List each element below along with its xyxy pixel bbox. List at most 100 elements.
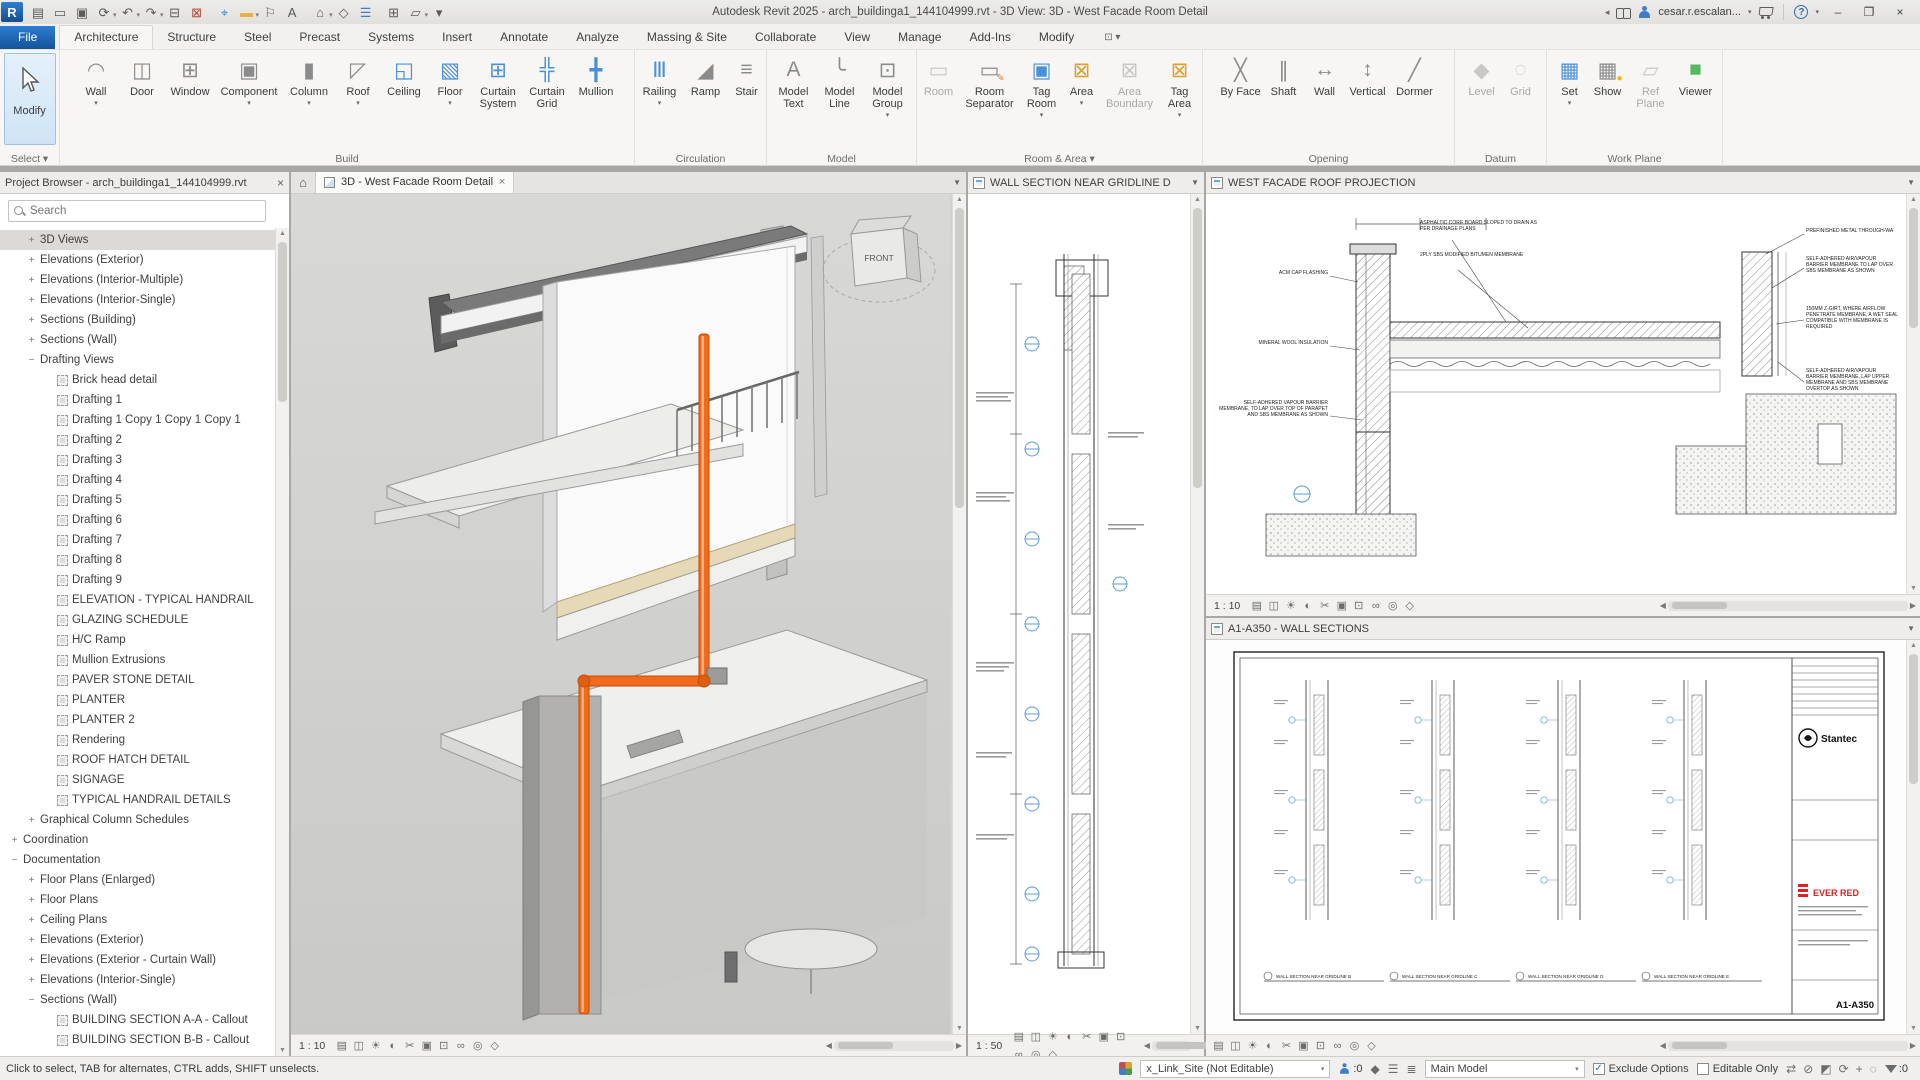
sheet-title[interactable]: A1-A350 - WALL SECTIONS [1228, 623, 1369, 635]
tree-item-drafting-1-copy-1-copy-1-copy-1[interactable]: Drafting 1 Copy 1 Copy 1 Copy 1 [0, 410, 275, 430]
ribbon-tab-modify[interactable]: Modify [1025, 26, 1088, 49]
browser-search-box[interactable] [8, 200, 266, 222]
ribbon-tab-precast[interactable]: Precast [285, 26, 354, 49]
show-button[interactable]: ▦ ● Show [1588, 53, 1628, 99]
sync-icon[interactable]: ⟳ [94, 3, 114, 22]
panel-chevron-icon[interactable]: ▼ [1907, 624, 1915, 633]
tree-item-drafting-1[interactable]: Drafting 1 [0, 390, 275, 410]
door-button[interactable]: ◫ Door [119, 53, 165, 99]
wall-section-scrollbar[interactable]: ▲ ▼ [1190, 194, 1204, 1034]
horizontal-scrollbar[interactable]: ◀▶ [826, 1040, 962, 1051]
tree-item-paver-stone-detail[interactable]: PAVER STONE DETAIL [0, 670, 275, 690]
redo-icon[interactable]: ↷ [141, 3, 161, 22]
hide-isolate-icon[interactable]: ∞ [1367, 597, 1384, 614]
model-text-button[interactable]: A Model Text [771, 53, 817, 110]
sun-icon[interactable]: ☀ [1282, 597, 1299, 614]
tree-item-3d-views[interactable]: +3D Views [0, 230, 275, 250]
tree-expand-icon[interactable]: + [27, 975, 36, 986]
tree-item-graphical-column-schedules[interactable]: + Graphical Column Schedules [0, 810, 275, 830]
search-icon[interactable] [1616, 7, 1632, 19]
home-icon[interactable]: ⌂ [291, 175, 315, 190]
borrowers-icon[interactable]: ◩ [1820, 1062, 1831, 1076]
column-button[interactable]: ▮ Column ▾ [283, 53, 335, 108]
lock-icon[interactable]: ⊡ [1112, 1028, 1129, 1045]
roof-button[interactable]: ◸ Roof ▾ [335, 53, 381, 108]
aligned-dimension-icon-chevron[interactable]: ▾ [256, 12, 260, 19]
sun-icon[interactable]: ☀ [367, 1037, 384, 1054]
browser-scrollbar[interactable]: ▲ ▼ [275, 228, 289, 1056]
vertical-button[interactable]: ↕ Vertical [1345, 53, 1391, 98]
detail-level-icon[interactable]: ▤ [1210, 1037, 1227, 1054]
ribbon-tab-view[interactable]: View [830, 26, 884, 49]
visual-style-icon[interactable]: ◫ [1227, 1037, 1244, 1054]
3d-viewport-canvas[interactable]: FRONT [291, 194, 950, 1034]
tree-item-mullion-extrusions[interactable]: Mullion Extrusions [0, 650, 275, 670]
undo-icon[interactable]: ↶ [118, 3, 138, 22]
open-icon[interactable]: ▭ [50, 3, 70, 22]
view-properties-icon[interactable]: ◇ [1401, 597, 1418, 614]
reload-latest-icon[interactable]: ⟳ [1839, 1062, 1849, 1076]
tag-room-button[interactable]: ▣ Tag Room ▾ [1021, 53, 1063, 120]
lock-icon[interactable]: ⊡ [1312, 1037, 1329, 1054]
roof-projection-canvas[interactable]: ACM CAP FLASHING MINERAL WOOL INSULATION S… [1206, 194, 1904, 594]
tree-item-rendering[interactable]: Rendering [0, 730, 275, 750]
minimize-button[interactable]: – [1826, 5, 1850, 19]
horizontal-scrollbar[interactable]: ◀▶ [1660, 600, 1916, 611]
tree-item-floor-plans-enlarged-[interactable]: + Floor Plans (Enlarged) [0, 870, 275, 890]
tree-item-drafting-2[interactable]: Drafting 2 [0, 430, 275, 450]
project-browser-close-icon[interactable]: × [277, 176, 284, 190]
store-cart-icon[interactable] [1758, 6, 1773, 19]
component-button[interactable]: ▣ Component ▾ [215, 53, 283, 108]
tree-expand-icon[interactable]: + [27, 875, 36, 886]
tree-item-drafting-9[interactable]: Drafting 9 [0, 570, 275, 590]
design-option-select[interactable]: x_Link_Site (Not Editable) ▾ [1140, 1059, 1331, 1078]
show-crop-icon[interactable]: ▣ [1095, 1028, 1112, 1045]
tree-item-roof-hatch-detail[interactable]: ROOF HATCH DETAIL [0, 750, 275, 770]
horizontal-scrollbar[interactable]: ◀▶ [1144, 1040, 1211, 1051]
switch-windows-icon[interactable]: ▱ [406, 3, 426, 22]
wall-button[interactable]: ◠ Wall ▾ [73, 53, 119, 108]
tree-item-sections-building-[interactable]: + Sections (Building) [0, 310, 275, 330]
lock-icon[interactable]: ⊡ [435, 1037, 452, 1054]
ribbon-tab-structure[interactable]: Structure [153, 26, 230, 49]
tree-expand-icon[interactable]: + [27, 935, 36, 946]
tree-expand-icon[interactable]: + [27, 335, 36, 346]
show-crop-icon[interactable]: ▣ [418, 1037, 435, 1054]
properties-icon[interactable]: ▤ [28, 3, 48, 22]
tree-item-signage[interactable]: SIGNAGE [0, 770, 275, 790]
sync-icon-chevron[interactable]: ▾ [113, 12, 117, 19]
detail-level-icon[interactable]: ▤ [1248, 597, 1265, 614]
tree-item-drafting-5[interactable]: Drafting 5 [0, 490, 275, 510]
restore-button[interactable]: ❐ [1857, 5, 1881, 19]
tree-item-elevations-exterior-[interactable]: + Elevations (Exterior) [0, 930, 275, 950]
tree-expand-icon[interactable]: + [27, 295, 36, 306]
shaft-button[interactable]: ∥ Shaft [1263, 53, 1305, 99]
ribbon-tab-systems[interactable]: Systems [354, 26, 428, 49]
stair-button[interactable]: ≡ Stair [729, 53, 765, 98]
tree-item-coordination[interactable]: + Coordination [0, 830, 275, 850]
save-icon[interactable]: ▣ [72, 3, 92, 22]
area-button[interactable]: ⊠ Area ▾ [1063, 53, 1101, 108]
tree-item-h-c-ramp[interactable]: H/C Ramp [0, 630, 275, 650]
railing-button[interactable]: Ⅲ Railing ▾ [637, 53, 683, 108]
mullion-button[interactable]: ╋ Mullion [571, 53, 621, 99]
aligned-dimension-icon[interactable]: ▬ [237, 3, 257, 22]
help-menu-chevron-icon[interactable]: ▾ [1815, 8, 1819, 16]
tree-item-sections-wall-[interactable]: + Sections (Wall) [0, 330, 275, 350]
customize-qat-icon[interactable]: ▾ [429, 3, 449, 22]
tree-expand-icon[interactable]: − [27, 995, 36, 1006]
crop-icon[interactable]: ✂ [1078, 1028, 1095, 1045]
scale-button[interactable]: 1 : 10 [295, 1040, 329, 1052]
tab-close-icon[interactable]: × [499, 176, 505, 188]
tree-expand-icon[interactable]: + [27, 815, 36, 826]
modify-button[interactable]: Modify [3, 53, 56, 145]
shadows-icon[interactable]: ◐ [1061, 1029, 1078, 1046]
roof-projection-title[interactable]: WEST FACADE ROOF PROJECTION [1228, 177, 1415, 189]
tree-expand-icon[interactable]: − [10, 855, 19, 866]
panel-chevron-icon[interactable]: ▼ [1191, 178, 1199, 187]
model-group-button[interactable]: ⊡ Model Group ▾ [863, 53, 913, 120]
window-button[interactable]: ⊞ Window [165, 53, 215, 99]
filter-icon[interactable] [1884, 1064, 1897, 1073]
wall-section-title[interactable]: WALL SECTION NEAR GRIDLINE D [990, 177, 1171, 189]
default-3d-view-icon-chevron[interactable]: ▾ [329, 12, 333, 19]
